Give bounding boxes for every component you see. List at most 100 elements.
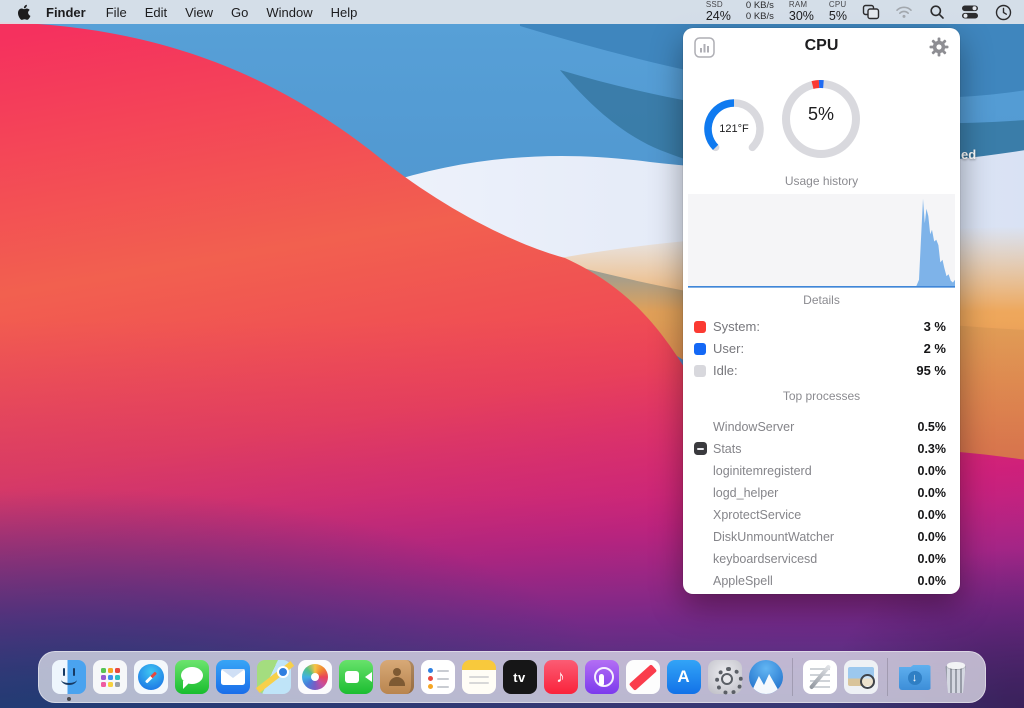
menu-file[interactable]: File: [97, 5, 136, 20]
tv-glyph: tv: [503, 660, 537, 694]
detail-value: 95 %: [916, 363, 946, 378]
downloads-glyph: ↓: [898, 660, 932, 694]
process-value: 0.0%: [918, 486, 947, 500]
process-value: 0.5%: [918, 420, 947, 434]
cpu-stat[interactable]: CPU 5%: [829, 1, 847, 23]
process-list: WindowServer0.5%Stats0.3%loginitemregist…: [683, 416, 960, 592]
dock-icon-messages[interactable]: [175, 660, 209, 694]
usage-history-chart: [688, 194, 955, 288]
menu-bar: FinderFileEditViewGoWindowHelp SSD 24% 0…: [0, 0, 1024, 24]
process-name: DiskUnmountWatcher: [713, 530, 834, 544]
process-name: logd_helper: [713, 486, 778, 500]
process-name: AppleSpell: [713, 574, 773, 588]
app-menus: FinderFileEditViewGoWindowHelp: [37, 5, 366, 20]
process-name: WindowServer: [713, 420, 794, 434]
stats-app-icon: [694, 442, 707, 455]
dock-icon-facetime[interactable]: [339, 660, 373, 694]
color-swatch: [694, 343, 706, 355]
menu-bar-status-area: SSD 24% 0 KB/s 0 KB/s RAM 30% CPU 5%: [706, 1, 1012, 23]
detail-label: User:: [713, 341, 744, 356]
menu-window[interactable]: Window: [257, 5, 321, 20]
dock-icon-podcasts[interactable]: [585, 660, 619, 694]
color-swatch: [694, 365, 706, 377]
process-row: DiskUnmountWatcher 0.0%: [683, 526, 960, 548]
dock-divider: [792, 658, 793, 696]
dock: tv♪ A ↓: [38, 651, 986, 703]
apple-menu-icon[interactable]: [16, 4, 31, 21]
dock-divider: [887, 658, 888, 696]
ssd-stat[interactable]: SSD 24%: [706, 1, 731, 23]
process-value: 0.0%: [918, 574, 947, 588]
process-value: 0.0%: [918, 530, 947, 544]
clock-icon[interactable]: [994, 3, 1012, 21]
dock-icon-maps[interactable]: [257, 660, 291, 694]
process-row: WindowServer 0.5%: [683, 416, 960, 438]
process-name: loginitemregisterd: [713, 464, 812, 478]
wifi-icon[interactable]: [895, 3, 913, 21]
detail-label: Idle:: [713, 363, 738, 378]
details-list: System: 3 % User: 2 % Idle: 95 %: [683, 316, 960, 382]
process-name: XprotectService: [713, 508, 801, 522]
ram-stat[interactable]: RAM 30%: [789, 1, 814, 23]
dock-icon-reminders[interactable]: [421, 660, 455, 694]
cpu-label: CPU: [829, 1, 847, 9]
process-value: 0.0%: [918, 464, 947, 478]
windows-icon[interactable]: [862, 3, 880, 21]
dock-icon-settings[interactable]: [708, 660, 742, 694]
dock-icon-tv[interactable]: tv: [503, 660, 537, 694]
color-swatch: [694, 321, 706, 333]
menu-finder[interactable]: Finder: [37, 5, 97, 20]
process-row: keyboardservicesd 0.0%: [683, 548, 960, 570]
dock-icon-music[interactable]: ♪: [544, 660, 578, 694]
dock-icon-contacts[interactable]: [380, 660, 414, 694]
dock-icon-news[interactable]: [626, 660, 660, 694]
process-row: AppleSpell 0.0%: [683, 570, 960, 592]
control-center-icon[interactable]: [961, 3, 979, 21]
menu-help[interactable]: Help: [322, 5, 367, 20]
dock-icon-safari[interactable]: [134, 660, 168, 694]
net-down: 0 KB/s: [746, 12, 774, 23]
dock-icon-preview[interactable]: [844, 660, 878, 694]
dock-icon-installer[interactable]: [749, 660, 783, 694]
panel-header: CPU: [683, 28, 960, 68]
detail-label: System:: [713, 319, 760, 334]
dock-icon-photos[interactable]: [298, 660, 332, 694]
dock-icon-trash[interactable]: [939, 660, 973, 694]
process-value: 0.0%: [918, 552, 947, 566]
desktop-text-fragment: ed: [961, 147, 976, 162]
detail-row: User: 2 %: [683, 338, 960, 360]
ssd-label: SSD: [706, 1, 723, 9]
dock-icon-finder[interactable]: [52, 660, 86, 694]
usage-history-label: Usage history: [683, 174, 960, 188]
music-glyph: ♪: [544, 660, 578, 694]
process-value: 0.3%: [918, 442, 947, 456]
detail-value: 3 %: [924, 319, 946, 334]
cpu-value: 5%: [829, 10, 847, 23]
process-row: logd_helper 0.0%: [683, 482, 960, 504]
dock-icon-notes[interactable]: [462, 660, 496, 694]
process-row: loginitemregisterd 0.0%: [683, 460, 960, 482]
network-stat[interactable]: 0 KB/s 0 KB/s: [746, 1, 774, 23]
appstore-glyph: A: [667, 660, 701, 694]
gear-icon[interactable]: [929, 37, 949, 57]
process-row: Stats0.3%: [683, 438, 960, 460]
dock-icon-textedit[interactable]: [803, 660, 837, 694]
menu-view[interactable]: View: [176, 5, 222, 20]
menu-edit[interactable]: Edit: [136, 5, 176, 20]
menu-go[interactable]: Go: [222, 5, 257, 20]
dock-icon-launchpad[interactable]: [93, 660, 127, 694]
dock-icon-downloads[interactable]: ↓: [898, 660, 932, 694]
temperature-value: 121°F: [706, 123, 762, 135]
process-row: XprotectService0.0%: [683, 504, 960, 526]
detail-value: 2 %: [924, 341, 946, 356]
dock-icon-appstore[interactable]: A: [667, 660, 701, 694]
search-icon[interactable]: [928, 3, 946, 21]
ssd-value: 24%: [706, 10, 731, 23]
running-indicator: [67, 697, 71, 701]
desktop: ed FinderFileEditViewGoWindowHelp SSD 24…: [0, 0, 1024, 708]
usage-value: 5%: [786, 104, 856, 125]
stats-cpu-panel: CPU 121°F 5% Usage history Details Syste…: [683, 28, 960, 594]
ram-value: 30%: [789, 10, 814, 23]
dock-icon-mail[interactable]: [216, 660, 250, 694]
process-name: keyboardservicesd: [713, 552, 817, 566]
